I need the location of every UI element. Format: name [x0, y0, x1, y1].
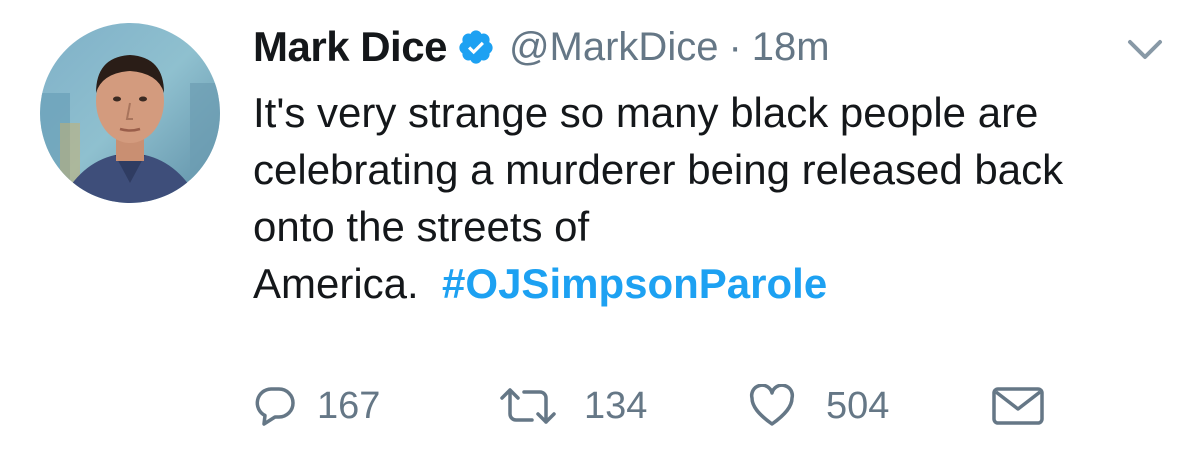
envelope-icon — [991, 384, 1045, 428]
retweet-count: 134 — [584, 384, 648, 427]
reply-button[interactable]: 167 — [253, 376, 380, 436]
tweet-actions: 167 134 504 — [253, 376, 1133, 436]
tweet: Mark Dice @MarkDice · 18m It's very stra… — [0, 0, 1200, 467]
author-handle[interactable]: @MarkDice — [509, 25, 719, 70]
like-button[interactable]: 504 — [748, 376, 889, 436]
reply-icon — [253, 384, 297, 428]
chevron-down-icon[interactable] — [1122, 30, 1168, 70]
tweet-header: Mark Dice @MarkDice · 18m — [253, 14, 830, 80]
direct-message-button[interactable] — [991, 376, 1045, 436]
tweet-text: It's very strange so many black people a… — [253, 84, 1133, 312]
author-name[interactable]: Mark Dice — [253, 23, 447, 71]
header-separator: · — [728, 24, 742, 69]
retweet-button[interactable]: 134 — [498, 376, 647, 436]
avatar[interactable] — [40, 23, 220, 203]
retweet-icon — [498, 384, 558, 428]
like-count: 504 — [826, 384, 890, 427]
heart-icon — [748, 384, 796, 428]
tweet-timestamp[interactable]: 18m — [752, 25, 830, 70]
verified-badge-icon — [457, 28, 495, 66]
hashtag-link[interactable]: #OJSimpsonParole — [442, 260, 827, 307]
reply-count: 167 — [317, 384, 381, 427]
